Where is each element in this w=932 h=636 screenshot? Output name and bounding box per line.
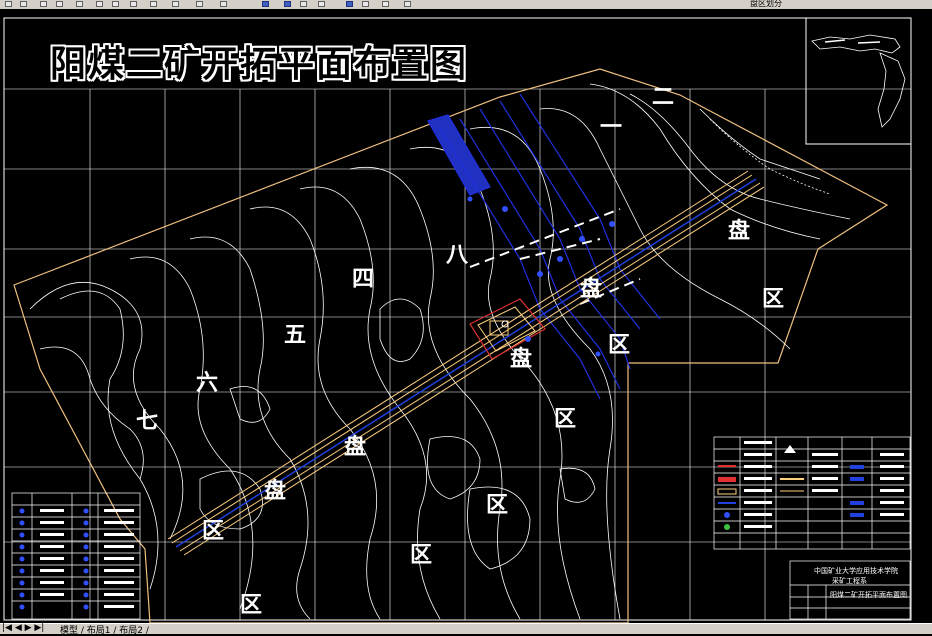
region-label: 盘 xyxy=(344,435,367,460)
region-label: 二 xyxy=(652,85,675,110)
copy-icon[interactable] xyxy=(96,1,103,7)
title-block-drawing-name: 阳煤二矿开拓平面布置图 xyxy=(830,591,907,599)
measure-icon[interactable] xyxy=(382,1,389,7)
paste-icon[interactable] xyxy=(112,1,119,7)
dimension-icon[interactable] xyxy=(362,1,369,7)
cut-icon[interactable] xyxy=(76,1,83,7)
shaft-site xyxy=(469,298,546,360)
insert-icon[interactable] xyxy=(300,1,307,7)
region-label: 七 xyxy=(136,409,159,434)
print-icon[interactable] xyxy=(56,1,63,7)
layout-tab-bar: |◀ ◀ ▶ ▶| 模型 / 布局1 / 布局2 / xyxy=(0,623,932,636)
region-label: 区 xyxy=(486,493,509,518)
region-label: 五 xyxy=(284,323,307,348)
zoom-icon[interactable] xyxy=(196,1,203,7)
region-label: 盘 xyxy=(728,219,751,244)
title-block-school: 中国矿业大学应用技术学院 xyxy=(814,567,898,575)
region-label: 盘 xyxy=(580,277,603,302)
text-icon[interactable] xyxy=(346,1,353,7)
legend-symbols xyxy=(717,441,904,530)
location-map xyxy=(805,17,912,145)
region-label: 盘 xyxy=(264,479,287,504)
layer-dropdown-label[interactable]: 盘区划分 xyxy=(750,0,782,9)
properties-icon[interactable] xyxy=(262,1,269,7)
undo-icon[interactable] xyxy=(130,1,137,7)
block-icon[interactable] xyxy=(284,1,291,7)
new-icon[interactable] xyxy=(5,1,12,7)
title-block-dept: 采矿工程系 xyxy=(832,577,867,585)
layout-tabs[interactable]: 模型 / 布局1 / 布局2 / xyxy=(60,623,149,636)
region-label: 区 xyxy=(608,333,631,358)
region-label: 区 xyxy=(240,593,263,618)
redo-icon[interactable] xyxy=(150,1,157,7)
drawing-canvas[interactable]: 阳煤二矿开拓平面布置图 二一盘区八盘区四盘五盘区六七盘区区区区 中国矿业大学应用… xyxy=(0,9,932,623)
open-icon[interactable] xyxy=(20,1,27,7)
layer-icon[interactable] xyxy=(220,1,227,7)
left-legend-symbols xyxy=(19,508,134,610)
color-icon[interactable] xyxy=(404,1,411,7)
region-label: 区 xyxy=(202,519,225,544)
region-label: 四 xyxy=(352,267,375,292)
region-label: 区 xyxy=(762,287,785,312)
drawing-title: 阳煤二矿开拓平面布置图 xyxy=(50,44,469,85)
region-label: 区 xyxy=(554,407,577,432)
region-label: 六 xyxy=(196,371,219,396)
contour-lines xyxy=(29,83,851,620)
tab-navigation[interactable]: |◀ ◀ ▶ ▶| xyxy=(2,623,44,633)
region-label: 区 xyxy=(410,543,433,568)
pan-icon[interactable] xyxy=(172,1,179,7)
hatch-icon[interactable] xyxy=(318,1,325,7)
region-label: 盘 xyxy=(510,347,533,372)
region-label: 八 xyxy=(446,243,469,268)
save-icon[interactable] xyxy=(40,1,47,7)
region-label: 一 xyxy=(600,115,623,140)
drawing-svg xyxy=(3,17,912,623)
